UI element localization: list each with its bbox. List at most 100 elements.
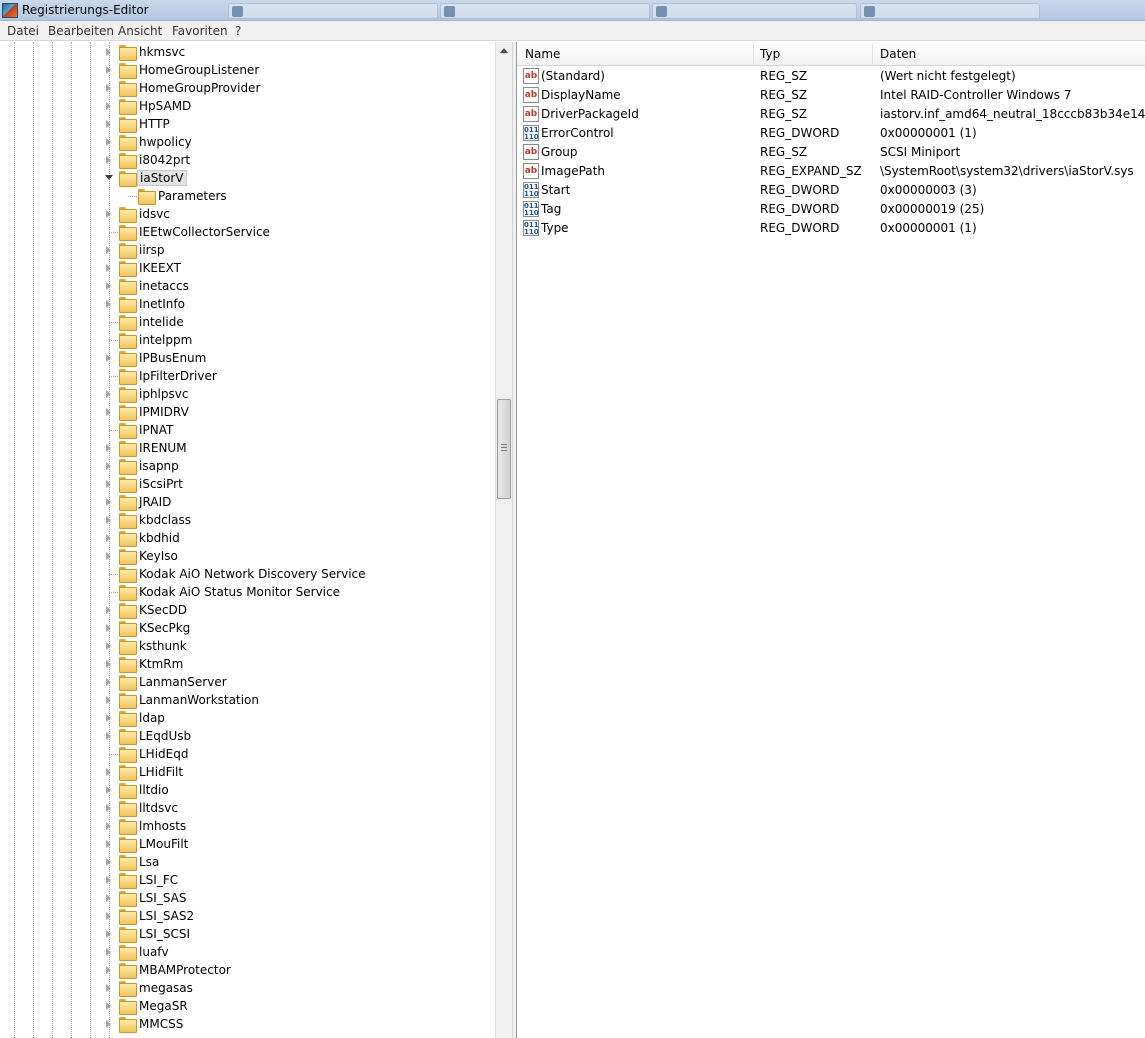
- tree-item-label[interactable]: HTTP: [137, 116, 172, 132]
- expand-arrow-icon[interactable]: [106, 84, 111, 92]
- menu-favoriten[interactable]: Favoriten: [172, 24, 228, 38]
- tree-item-label[interactable]: kbdhid: [137, 530, 182, 546]
- tree-item-label[interactable]: ldap: [137, 710, 167, 726]
- tree-item-label[interactable]: LSI_FC: [137, 872, 180, 888]
- tree-item-label[interactable]: LMouFilt: [137, 836, 190, 852]
- tree-item-label[interactable]: lmhosts: [137, 818, 188, 834]
- tree-item[interactable]: lmhosts: [0, 817, 495, 835]
- menu-help[interactable]: ?: [235, 24, 241, 38]
- tree-item-label[interactable]: Parameters: [156, 188, 229, 204]
- tree-item-label[interactable]: iScsiPrt: [137, 476, 185, 492]
- expand-arrow-icon[interactable]: [106, 390, 111, 398]
- expand-arrow-icon[interactable]: [106, 282, 111, 290]
- expand-arrow-icon[interactable]: [106, 480, 111, 488]
- tree-item[interactable]: kbdhid: [0, 529, 495, 547]
- expand-arrow-icon[interactable]: [106, 948, 111, 956]
- tree-item[interactable]: LanmanWorkstation: [0, 691, 495, 709]
- tree-item[interactable]: MMCSS: [0, 1015, 495, 1033]
- tree-item-label[interactable]: isapnp: [137, 458, 181, 474]
- tree-vertical-scrollbar[interactable]: [495, 42, 512, 1038]
- tree-item-label[interactable]: intelide: [137, 314, 186, 330]
- tree-item-label[interactable]: iphlpsvc: [137, 386, 190, 402]
- tree-item-label[interactable]: LSI_SAS: [137, 890, 189, 906]
- expand-arrow-icon[interactable]: [106, 138, 111, 146]
- tree-item[interactable]: LSI_SAS2: [0, 907, 495, 925]
- tree-item-label[interactable]: iaStorV: [137, 170, 187, 186]
- expand-arrow-icon[interactable]: [106, 786, 111, 794]
- tree-item-label[interactable]: iirsp: [137, 242, 166, 258]
- tree-item[interactable]: intelppm: [0, 331, 495, 349]
- tree-item-label[interactable]: hkmsvc: [137, 44, 187, 60]
- column-divider[interactable]: [872, 44, 873, 64]
- tree-item-label[interactable]: IEEtwCollectorService: [137, 224, 272, 240]
- tree-item[interactable]: LHidFilt: [0, 763, 495, 781]
- value-row[interactable]: ab Group REG_SZ SCSI Miniport: [517, 143, 1145, 162]
- expand-arrow-icon[interactable]: [106, 102, 111, 110]
- menu-ansicht[interactable]: Ansicht: [118, 24, 162, 38]
- tree-item-label[interactable]: kbdclass: [137, 512, 193, 528]
- tree-item-label[interactable]: lltdio: [137, 782, 171, 798]
- tree-item-label[interactable]: MBAMProtector: [137, 962, 233, 978]
- tree-item-label[interactable]: IpFilterDriver: [137, 368, 219, 384]
- expand-arrow-icon[interactable]: [106, 678, 111, 686]
- tree-item-label[interactable]: HomeGroupListener: [137, 62, 261, 78]
- tree-item-label[interactable]: luafv: [137, 944, 171, 960]
- tree-item[interactable]: JRAID: [0, 493, 495, 511]
- column-divider[interactable]: [753, 44, 754, 64]
- tree-item-label[interactable]: idsvc: [137, 206, 172, 222]
- tree-item[interactable]: IPMIDRV: [0, 403, 495, 421]
- scrollbar-thumb[interactable]: [497, 399, 511, 499]
- expand-arrow-icon[interactable]: [106, 822, 111, 830]
- tree-item-label[interactable]: IPMIDRV: [137, 404, 191, 420]
- tree-item[interactable]: ksthunk: [0, 637, 495, 655]
- menu-bearbeiten[interactable]: Bearbeiten: [48, 24, 114, 38]
- expand-arrow-icon[interactable]: [106, 732, 111, 740]
- tree-item[interactable]: InetInfo: [0, 295, 495, 313]
- expand-arrow-icon[interactable]: [106, 642, 111, 650]
- tree-item[interactable]: HomeGroupListener: [0, 61, 495, 79]
- tree-item[interactable]: megasas: [0, 979, 495, 997]
- tree-item[interactable]: IPBusEnum: [0, 349, 495, 367]
- tree-item[interactable]: HomeGroupProvider: [0, 79, 495, 97]
- tree-item-label[interactable]: MegaSR: [137, 998, 190, 1014]
- tree-item[interactable]: Kodak AiO Network Discovery Service: [0, 565, 495, 583]
- expand-arrow-icon[interactable]: [106, 264, 111, 272]
- tree-item[interactable]: IEEtwCollectorService: [0, 223, 495, 241]
- expand-arrow-icon[interactable]: [106, 804, 111, 812]
- column-header-type[interactable]: Typ: [760, 47, 780, 61]
- tree-item[interactable]: LEqdUsb: [0, 727, 495, 745]
- tree-item-label[interactable]: LEqdUsb: [137, 728, 193, 744]
- column-header-name[interactable]: Name: [525, 47, 560, 61]
- tree-item[interactable]: LSI_FC: [0, 871, 495, 889]
- expand-arrow-icon[interactable]: [106, 966, 111, 974]
- tree-item-label[interactable]: LanmanServer: [137, 674, 229, 690]
- tree-item[interactable]: LHidEqd: [0, 745, 495, 763]
- tree-item[interactable]: KSecPkg: [0, 619, 495, 637]
- tree-item[interactable]: IKEEXT: [0, 259, 495, 277]
- tree-item[interactable]: iirsp: [0, 241, 495, 259]
- expand-arrow-icon[interactable]: [106, 930, 111, 938]
- tree-item[interactable]: iaStorV: [0, 169, 495, 187]
- expand-arrow-icon[interactable]: [106, 858, 111, 866]
- tree-item-label[interactable]: Kodak AiO Status Monitor Service: [137, 584, 342, 600]
- tree-item[interactable]: LSI_SCSI: [0, 925, 495, 943]
- expand-arrow-icon[interactable]: [106, 624, 111, 632]
- expand-arrow-icon[interactable]: [106, 660, 111, 668]
- value-row[interactable]: ab DriverPackageId REG_SZ iastorv.inf_amd64…: [517, 105, 1145, 124]
- expand-arrow-icon[interactable]: [106, 210, 111, 218]
- tree-item-label[interactable]: KSecDD: [137, 602, 189, 618]
- expand-arrow-icon[interactable]: [106, 894, 111, 902]
- tree-item-label[interactable]: inetaccs: [137, 278, 191, 294]
- expand-arrow-icon[interactable]: [106, 48, 111, 56]
- tree-item[interactable]: Parameters: [0, 187, 495, 205]
- tree-item[interactable]: Kodak AiO Status Monitor Service: [0, 583, 495, 601]
- tree-item[interactable]: iphlpsvc: [0, 385, 495, 403]
- tree-item-label[interactable]: HomeGroupProvider: [137, 80, 262, 96]
- tree-item-label[interactable]: IPNAT: [137, 422, 175, 438]
- tree-item-label[interactable]: LSI_SCSI: [137, 926, 192, 942]
- tree-item[interactable]: Lsa: [0, 853, 495, 871]
- expand-arrow-icon[interactable]: [106, 354, 111, 362]
- window-title-bar[interactable]: Registrierungs-Editor: [0, 0, 1145, 21]
- tree-item-label[interactable]: hwpolicy: [137, 134, 194, 150]
- tree-item[interactable]: HTTP: [0, 115, 495, 133]
